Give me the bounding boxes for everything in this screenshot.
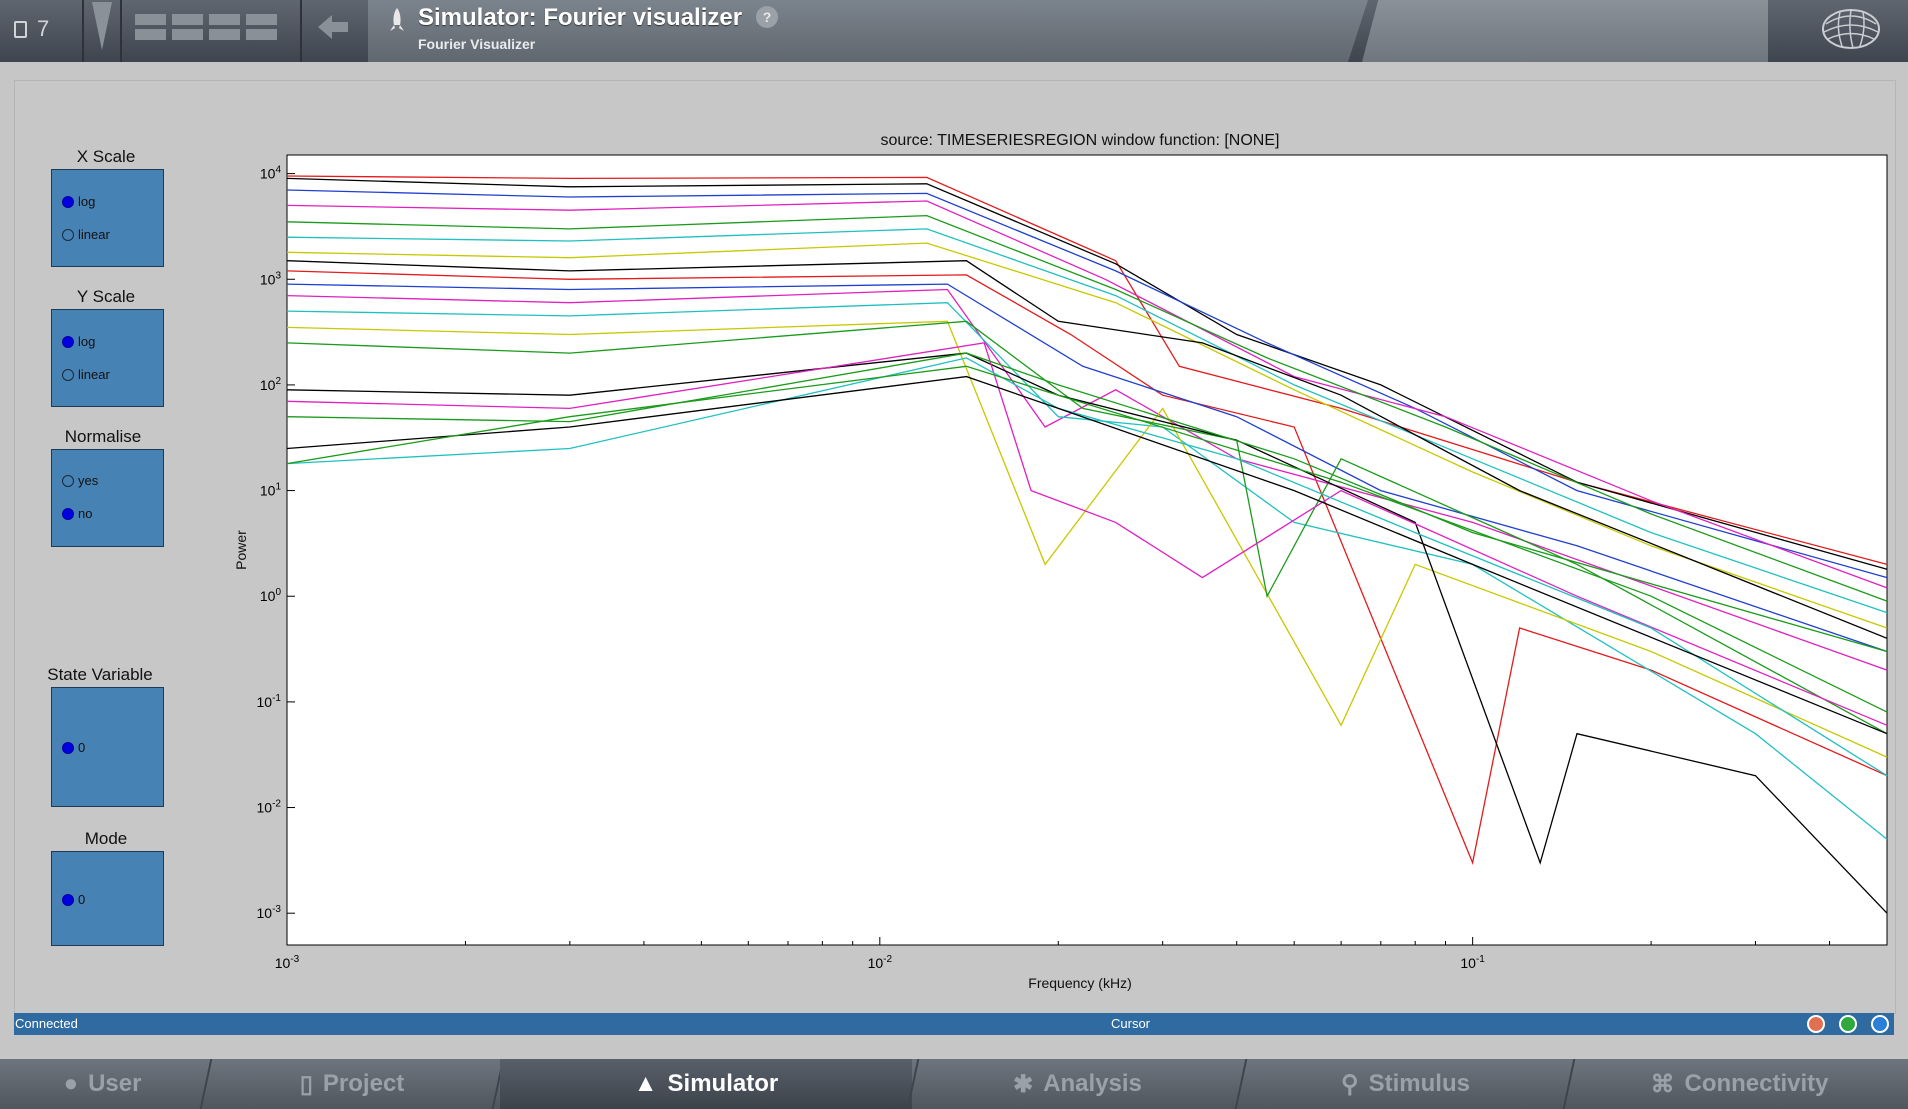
tab-label: Simulator [667, 1070, 779, 1097]
zoom-reset-icon[interactable] [1871, 1015, 1889, 1033]
y-tick-label: 101 [260, 482, 282, 499]
tab-label: Project [322, 1070, 405, 1097]
y-tick-label: 103 [260, 270, 282, 287]
tab-analysis[interactable]: ✱ Analysis [915, 1059, 1240, 1109]
tab-label: Analysis [1043, 1070, 1142, 1097]
y-axis-label: Power [233, 530, 249, 570]
tab-connectivity[interactable]: ⌘ Connectivity [1571, 1059, 1908, 1109]
plot-area [286, 154, 1888, 946]
x-tick-label: 10-1 [1460, 954, 1485, 971]
tab-project[interactable]: ▯ Project [207, 1059, 497, 1109]
x-axis-label: Frequency (kHz) [1028, 975, 1131, 991]
y-tick-label: 10-3 [257, 904, 282, 921]
tab-label: Stimulus [1368, 1070, 1470, 1097]
bottom-nav: ● User ▯ Project ▲ Simulator ✱ Analysis … [0, 1059, 1908, 1109]
network-icon: ⌘ [1650, 1070, 1675, 1098]
gear-icon: ✱ [1013, 1070, 1034, 1098]
pin-icon: ⚲ [1341, 1070, 1359, 1098]
tab-user[interactable]: ● User [0, 1059, 205, 1109]
y-tick-label: 102 [260, 376, 282, 393]
tab-label: Connectivity [1684, 1070, 1829, 1097]
user-icon: ● [63, 1070, 79, 1097]
y-tick-label: 10-2 [257, 799, 282, 816]
x-tick-label: 10-3 [275, 954, 300, 971]
fourier-chart[interactable]: 10-3 10-2 10-110-310-210-1100101102103104 … [0, 0, 1908, 1000]
y-tick-label: 104 [260, 165, 282, 182]
tab-simulator[interactable]: ▲ Simulator [500, 1059, 912, 1109]
tab-label: User [88, 1070, 142, 1097]
cursor-readout: Cursor [1111, 1016, 1151, 1031]
status-bar: Connected Cursor [14, 1013, 1894, 1035]
rocket-icon: ▲ [633, 1070, 658, 1097]
home-icon[interactable] [1807, 1015, 1825, 1033]
x-tick-label: 10-2 [868, 954, 893, 971]
tab-stimulus[interactable]: ⚲ Stimulus [1243, 1059, 1568, 1109]
y-tick-label: 100 [260, 587, 282, 604]
connection-status: Connected [15, 1016, 78, 1031]
zoom-in-icon[interactable] [1839, 1015, 1857, 1033]
y-tick-label: 10-1 [257, 693, 282, 710]
document-icon: ▯ [299, 1070, 313, 1098]
